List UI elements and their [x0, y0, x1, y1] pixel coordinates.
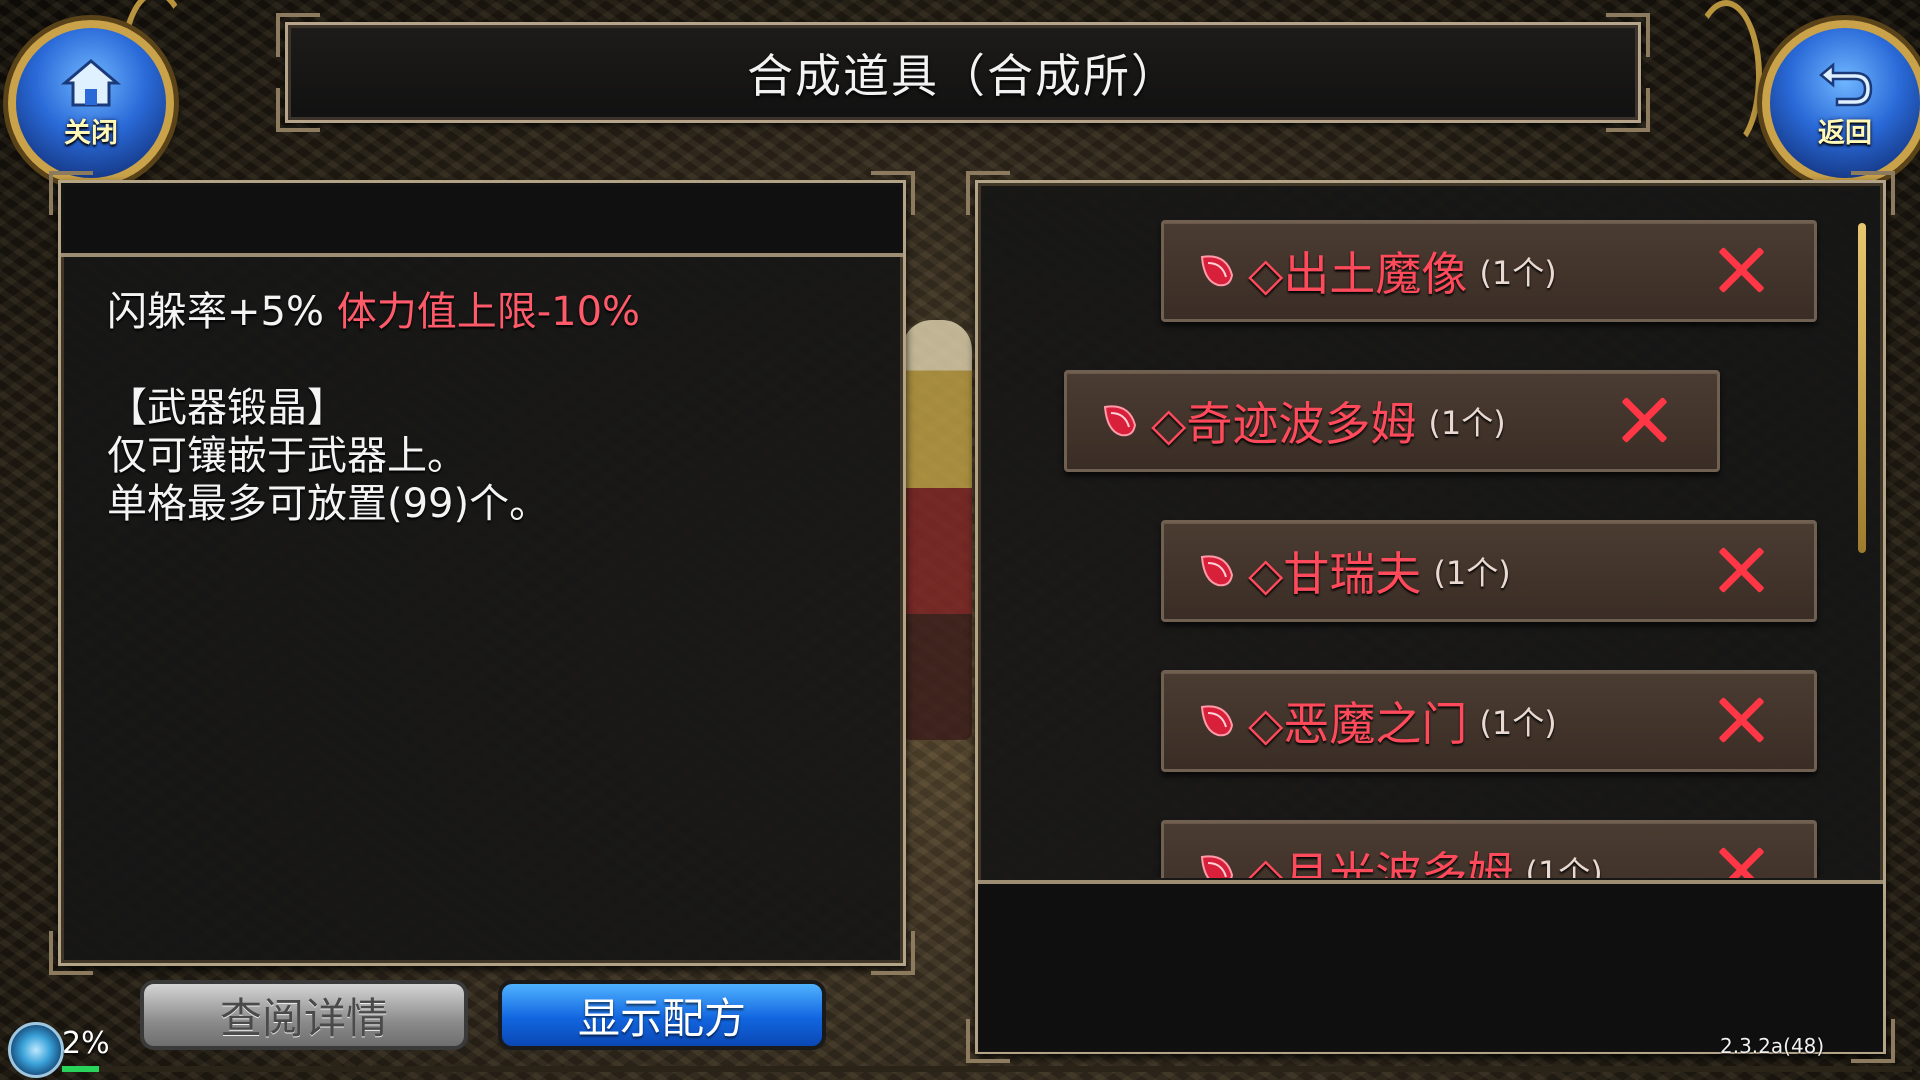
progress-fill: [62, 1066, 99, 1072]
recipe-quantity: (1个): [1525, 854, 1603, 878]
recipe-row[interactable]: ◇奇迹波多姆 (1个): [1064, 370, 1720, 472]
back-label: 返回: [1818, 117, 1872, 149]
page-title: 合成道具（合成所）: [747, 48, 1179, 103]
background-character: [902, 320, 972, 740]
show-recipe-button[interactable]: 显示配方: [498, 980, 826, 1050]
back-button[interactable]: 返回: [1762, 20, 1920, 186]
red-crystal-icon: [1200, 555, 1234, 587]
game-screen: 合成道具（合成所） 关闭 返回 闪躲率+5% 体力值上限-10% 【武器锻晶】: [0, 0, 1920, 1080]
recipe-row[interactable]: ◇月光波多姆 (1个): [1161, 820, 1817, 878]
recipe-list[interactable]: ◇出土魔像 (1个) ◇奇迹波多姆 (1个) ◇甘瑞夫 (1个) ◇恶魔之门 (…: [978, 183, 1883, 878]
frame-corner: [1606, 88, 1650, 132]
frame-corner: [871, 931, 915, 975]
recipe-row[interactable]: ◇出土魔像 (1个): [1161, 220, 1817, 322]
red-crystal-icon: [1200, 705, 1234, 737]
panel-header: [61, 183, 903, 257]
frame-corner: [276, 13, 320, 57]
recipe-name: ◇甘瑞夫: [1248, 547, 1422, 601]
description-line: 单格最多可放置(99)个。: [107, 481, 550, 527]
progress-bar: [62, 1066, 1912, 1072]
recipe-name: ◇奇迹波多姆: [1151, 397, 1417, 451]
progress-percent: 2%: [62, 1026, 110, 1061]
home-icon: [61, 58, 121, 106]
stat-positive: 闪躲率+5%: [107, 289, 324, 335]
unavailable-x-icon: [1716, 545, 1766, 595]
title-bar: 合成道具（合成所）: [276, 13, 1650, 132]
return-arrow-icon: [1819, 61, 1873, 106]
gold-ornament: [1690, 0, 1762, 152]
recipe-name: ◇恶魔之门: [1248, 697, 1468, 751]
recipe-scrollbar[interactable]: [1858, 223, 1866, 553]
stat-negative: 体力值上限-10%: [336, 289, 641, 335]
red-crystal-icon: [1103, 405, 1137, 437]
recipe-quantity: (1个): [1479, 254, 1557, 292]
frame-corner: [276, 88, 320, 132]
recipe-quantity: (1个): [1479, 704, 1557, 742]
description-line: 仅可镶嵌于武器上。: [107, 433, 467, 479]
download-orb-icon: [8, 1022, 64, 1078]
recipe-name: ◇月光波多姆: [1248, 847, 1514, 878]
item-category: 【武器锻晶】: [107, 385, 347, 431]
recipe-row[interactable]: ◇甘瑞夫 (1个): [1161, 520, 1817, 622]
view-details-button[interactable]: 查阅详情: [140, 980, 468, 1050]
recipe-quantity: (1个): [1428, 404, 1506, 442]
recipe-row[interactable]: ◇恶魔之门 (1个): [1161, 670, 1817, 772]
recipe-quantity: (1个): [1433, 554, 1511, 592]
red-crystal-icon: [1200, 255, 1234, 287]
unavailable-x-icon: [1619, 395, 1669, 445]
recipe-list-panel: ◇出土魔像 (1个) ◇奇迹波多姆 (1个) ◇甘瑞夫 (1个) ◇恶魔之门 (…: [966, 171, 1895, 1063]
recipe-detail-footer: [978, 880, 1883, 1052]
recipe-name: ◇出土魔像: [1248, 247, 1468, 301]
unavailable-x-icon: [1716, 845, 1766, 878]
item-description-panel: 闪躲率+5% 体力值上限-10% 【武器锻晶】 仅可镶嵌于武器上。 单格最多可放…: [49, 171, 915, 975]
item-description: 闪躲率+5% 体力值上限-10% 【武器锻晶】 仅可镶嵌于武器上。 单格最多可放…: [107, 288, 867, 528]
frame-corner: [49, 931, 93, 975]
unavailable-x-icon: [1716, 245, 1766, 295]
version-label: 2.3.2a(48): [1720, 1034, 1825, 1058]
frame-corner: [1606, 13, 1650, 57]
close-button[interactable]: 关闭: [8, 20, 174, 186]
close-label: 关闭: [64, 117, 118, 149]
red-crystal-icon: [1200, 855, 1234, 878]
unavailable-x-icon: [1716, 695, 1766, 745]
stat-line: 闪躲率+5% 体力值上限-10%: [107, 288, 867, 336]
